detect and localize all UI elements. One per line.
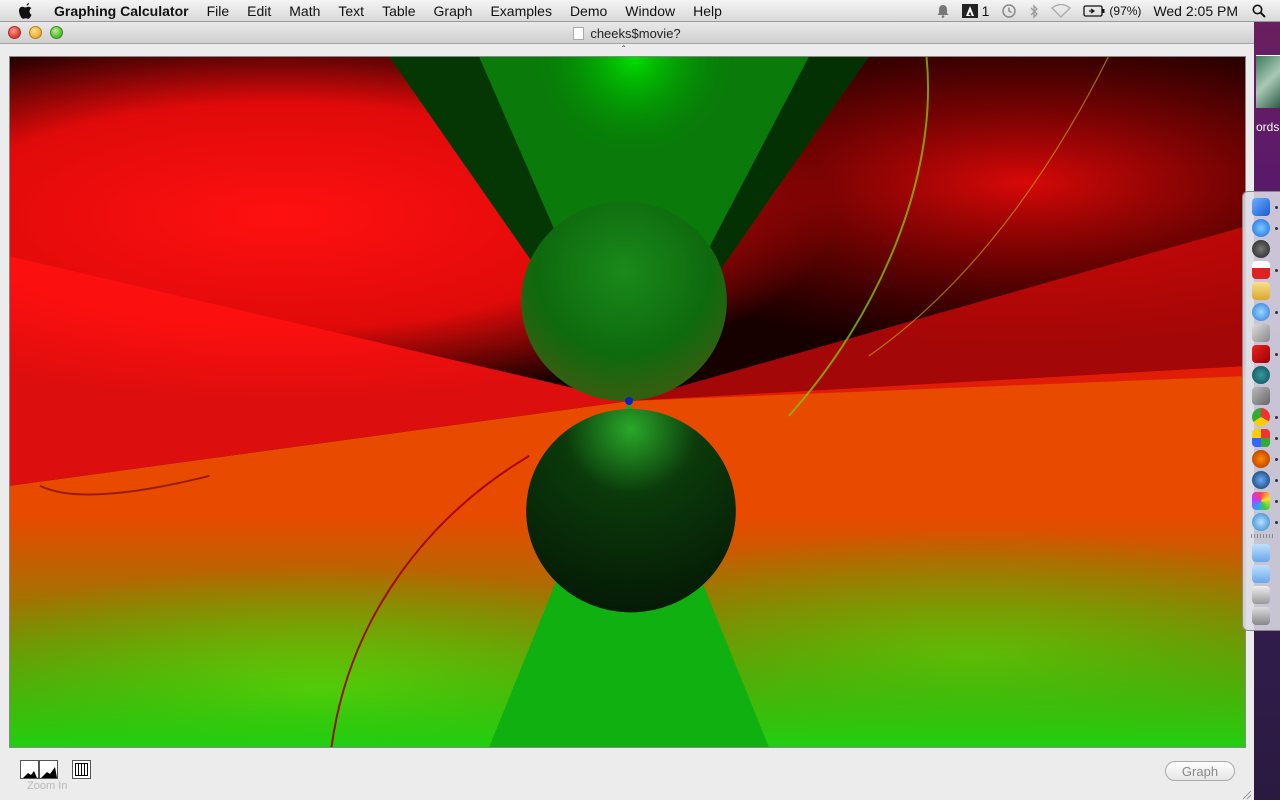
resize-grip-icon[interactable] <box>1240 788 1252 800</box>
mountain-large-icon <box>40 767 57 778</box>
finder-icon[interactable] <box>1252 198 1270 216</box>
window-titlebar[interactable]: cheeks$movie? <box>0 22 1254 44</box>
documents-folder-icon[interactable] <box>1252 565 1270 583</box>
menu-table[interactable]: Table <box>382 0 415 22</box>
running-indicator <box>1275 458 1278 461</box>
menu-graph[interactable]: Graph <box>434 0 473 22</box>
zoom-in-button[interactable] <box>39 760 58 779</box>
photos-icon[interactable] <box>1252 324 1270 342</box>
menu-examples[interactable]: Examples <box>490 0 551 22</box>
dock <box>1242 191 1280 631</box>
safari-icon[interactable] <box>1252 513 1270 531</box>
grapher-icon[interactable] <box>1252 492 1270 510</box>
clock[interactable]: Wed 2:05 PM <box>1153 3 1238 19</box>
preferences-icon[interactable] <box>1252 387 1270 405</box>
running-indicator <box>1275 311 1278 314</box>
running-indicator <box>1275 227 1278 230</box>
notification-bell-icon[interactable] <box>936 4 950 18</box>
itunes-icon[interactable] <box>1252 303 1270 321</box>
app-store-icon[interactable] <box>1252 219 1270 237</box>
menu-demo[interactable]: Demo <box>570 0 607 22</box>
running-indicator <box>1275 500 1278 503</box>
calendar-icon[interactable] <box>1252 261 1270 279</box>
zoom-out-button[interactable] <box>20 760 39 779</box>
firefox-icon[interactable] <box>1252 450 1270 468</box>
safari-alt-icon[interactable] <box>1252 471 1270 489</box>
desktop-file-label: ords <box>1256 120 1280 134</box>
status-menus: 1 (97%) Wed 2:05 PM <box>924 0 1280 22</box>
document-icon <box>573 26 585 40</box>
trash-icon[interactable] <box>1252 607 1270 625</box>
adobe-icon[interactable]: 1 <box>961 3 990 19</box>
dock-separator <box>1251 534 1273 538</box>
running-indicator <box>1275 521 1278 524</box>
window-title: cheeks$movie? <box>0 22 1254 44</box>
desktop-file-icon[interactable] <box>1256 55 1280 108</box>
battery-percentage: (97%) <box>1109 4 1142 18</box>
table-columns-icon <box>75 763 88 776</box>
adobe-count: 1 <box>981 3 990 19</box>
wifi-icon[interactable] <box>1051 4 1072 18</box>
photo-booth-icon[interactable] <box>1252 345 1270 363</box>
apple-menu-icon[interactable] <box>18 2 36 20</box>
running-indicator <box>1275 269 1278 272</box>
running-indicator <box>1275 353 1278 356</box>
chrome-icon[interactable] <box>1252 408 1270 426</box>
notes-icon[interactable] <box>1252 282 1270 300</box>
window-title-text: cheeks$movie? <box>590 25 681 41</box>
menu-window[interactable]: Window <box>625 0 675 22</box>
graph-button[interactable]: Graph <box>1165 761 1235 781</box>
running-indicator <box>1275 479 1278 482</box>
spotlight-search-icon[interactable] <box>1252 4 1266 18</box>
running-indicator <box>1275 206 1278 209</box>
mountain-small-icon <box>22 771 37 778</box>
applications-folder-icon[interactable] <box>1252 544 1270 562</box>
bluetooth-icon[interactable] <box>1029 3 1039 19</box>
running-indicator <box>1275 437 1278 440</box>
dashboard-icon[interactable] <box>1252 240 1270 258</box>
menu-edit[interactable]: Edit <box>247 0 271 22</box>
menu-bar: Graphing Calculator File Edit Math Text … <box>0 0 1280 22</box>
toolbar-toggle-icon[interactable]: ˆ <box>622 45 625 56</box>
menu-text[interactable]: Text <box>338 0 364 22</box>
table-button[interactable] <box>72 760 91 779</box>
zoom-tooltip-label: Zoom In <box>27 780 68 792</box>
picasa-icon[interactable] <box>1252 429 1270 447</box>
screen-icon[interactable] <box>1252 586 1270 604</box>
graph-surface <box>10 57 1245 747</box>
time-machine-icon[interactable] <box>1001 3 1017 19</box>
time-machine-icon[interactable] <box>1252 366 1270 384</box>
running-indicator <box>1275 416 1278 419</box>
graphing-calculator-window: cheeks$movie? ˆ Zoom In Graph <box>0 22 1254 800</box>
menu-math[interactable]: Math <box>289 0 320 22</box>
zoom-controls <box>20 760 58 779</box>
menu-file[interactable]: File <box>207 0 230 22</box>
app-menu[interactable]: Graphing Calculator <box>54 0 189 22</box>
graph-view[interactable] <box>9 56 1246 748</box>
menu-help[interactable]: Help <box>693 0 722 22</box>
battery-icon[interactable]: (97%) <box>1083 4 1141 18</box>
